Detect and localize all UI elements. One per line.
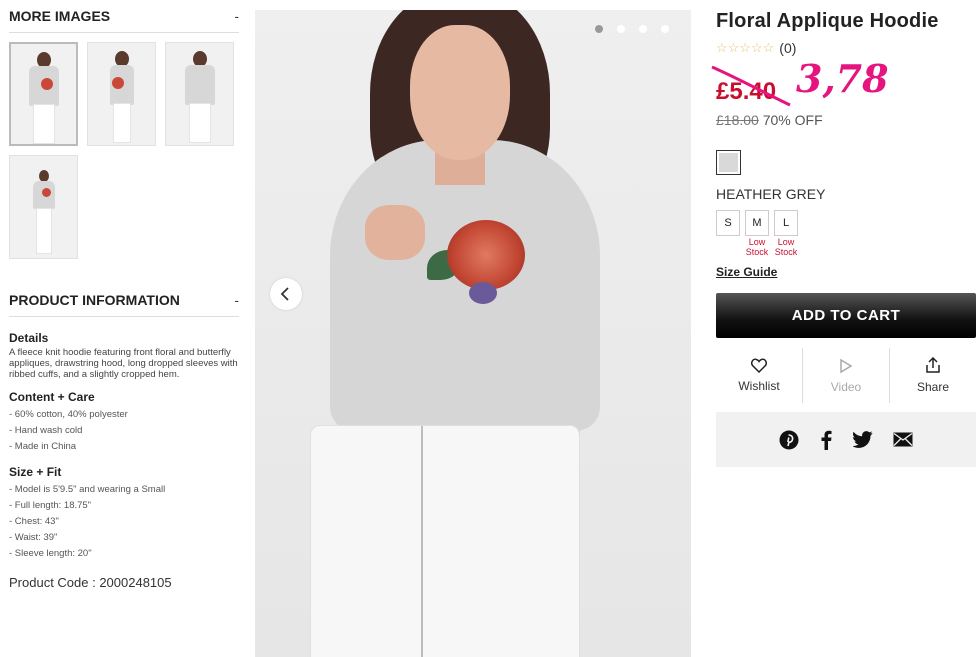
product-code: Product Code : 2000248105 xyxy=(9,575,172,590)
star-rating-icon: ☆☆☆☆☆ xyxy=(716,40,775,55)
more-images-header[interactable]: MORE IMAGES - xyxy=(9,8,239,33)
size-option[interactable]: S xyxy=(716,210,740,257)
size-label[interactable]: M xyxy=(745,210,769,236)
thumbnail-back[interactable] xyxy=(165,42,234,146)
more-images-title: MORE IMAGES xyxy=(9,8,111,24)
rating-count: (0) xyxy=(779,40,797,56)
video-button[interactable]: Video xyxy=(802,348,889,403)
action-bar: Wishlist Video Share xyxy=(716,348,976,403)
size-item: - Full length: 18.75" xyxy=(9,500,92,511)
pinterest-icon[interactable] xyxy=(779,430,799,450)
size-fit-heading: Size + Fit xyxy=(9,465,62,479)
video-label: Video xyxy=(830,379,862,394)
play-icon xyxy=(840,358,853,373)
original-price: £18.00 xyxy=(716,112,759,128)
size-item: - Waist: 39" xyxy=(9,532,58,543)
color-name: HEATHER GREY xyxy=(716,186,826,202)
original-price-row: £18.00 70% OFF xyxy=(716,112,976,128)
previous-image-button[interactable] xyxy=(270,278,302,310)
handwritten-price: 3,78 xyxy=(796,56,889,101)
size-label[interactable]: S xyxy=(716,210,740,236)
details-text: A fleece knit hoodie featuring front flo… xyxy=(9,347,238,380)
share-label: Share xyxy=(916,380,950,394)
carousel-dots xyxy=(595,25,669,33)
collapse-toggle[interactable]: - xyxy=(234,292,239,308)
content-care-heading: Content + Care xyxy=(9,390,95,404)
rating[interactable]: ☆☆☆☆☆ (0) xyxy=(716,40,976,56)
wishlist-label: Wishlist xyxy=(738,379,780,393)
add-to-cart-button[interactable]: ADD TO CART xyxy=(716,293,976,338)
email-icon[interactable] xyxy=(893,432,913,447)
thumbnail-side[interactable] xyxy=(87,42,156,146)
heart-icon xyxy=(751,358,767,373)
low-stock-note: Low Stock xyxy=(774,237,798,257)
share-icon xyxy=(926,357,940,373)
chevron-left-icon xyxy=(280,287,289,301)
content-item: - Hand wash cold xyxy=(9,425,83,436)
social-share-bar xyxy=(716,412,976,467)
wishlist-button[interactable]: Wishlist xyxy=(716,348,802,403)
more-images-section: MORE IMAGES - xyxy=(9,8,239,259)
size-label[interactable]: L xyxy=(774,210,798,236)
carousel-dot[interactable] xyxy=(661,25,669,33)
carousel-dot[interactable] xyxy=(617,25,625,33)
facebook-icon[interactable] xyxy=(819,430,833,450)
size-guide-link[interactable]: Size Guide xyxy=(716,265,777,279)
carousel-dot[interactable] xyxy=(639,25,647,33)
collapse-toggle[interactable]: - xyxy=(234,8,239,24)
price-row: £5.40 3,78 xyxy=(711,56,976,110)
size-selector: S M Low Stock L Low Stock xyxy=(716,210,976,257)
size-item: - Sleeve length: 20" xyxy=(9,548,92,559)
low-stock-note: Low Stock xyxy=(745,237,769,257)
product-panel: Floral Applique Hoodie ☆☆☆☆☆ (0) £5.40 3… xyxy=(711,10,976,467)
size-option[interactable]: L Low Stock xyxy=(774,210,798,257)
strike-through-mark xyxy=(711,65,791,107)
content-item: - Made in China xyxy=(9,441,77,452)
thumbnail-front[interactable] xyxy=(9,42,78,146)
share-button[interactable]: Share xyxy=(889,348,976,403)
discount-label: 70% OFF xyxy=(762,112,823,128)
size-item: - Chest: 43" xyxy=(9,516,59,527)
details-heading: Details xyxy=(9,331,49,345)
twitter-icon[interactable] xyxy=(853,431,873,448)
carousel-dot[interactable] xyxy=(595,25,603,33)
thumbnail-grid xyxy=(9,42,239,259)
thumbnail-full[interactable] xyxy=(9,155,78,259)
size-option[interactable]: M Low Stock xyxy=(745,210,769,257)
content-item: - 60% cotton, 40% polyester xyxy=(9,409,128,420)
main-product-image xyxy=(255,10,691,657)
product-title: Floral Applique Hoodie xyxy=(716,10,939,32)
product-info-header[interactable]: PRODUCT INFORMATION - xyxy=(9,292,239,317)
size-item: - Model is 5'9.5" and wearing a Small xyxy=(9,484,166,495)
product-info-title: PRODUCT INFORMATION xyxy=(9,292,180,308)
color-swatch[interactable] xyxy=(716,150,741,175)
product-information-section: PRODUCT INFORMATION - Details A fleece k… xyxy=(9,292,239,590)
